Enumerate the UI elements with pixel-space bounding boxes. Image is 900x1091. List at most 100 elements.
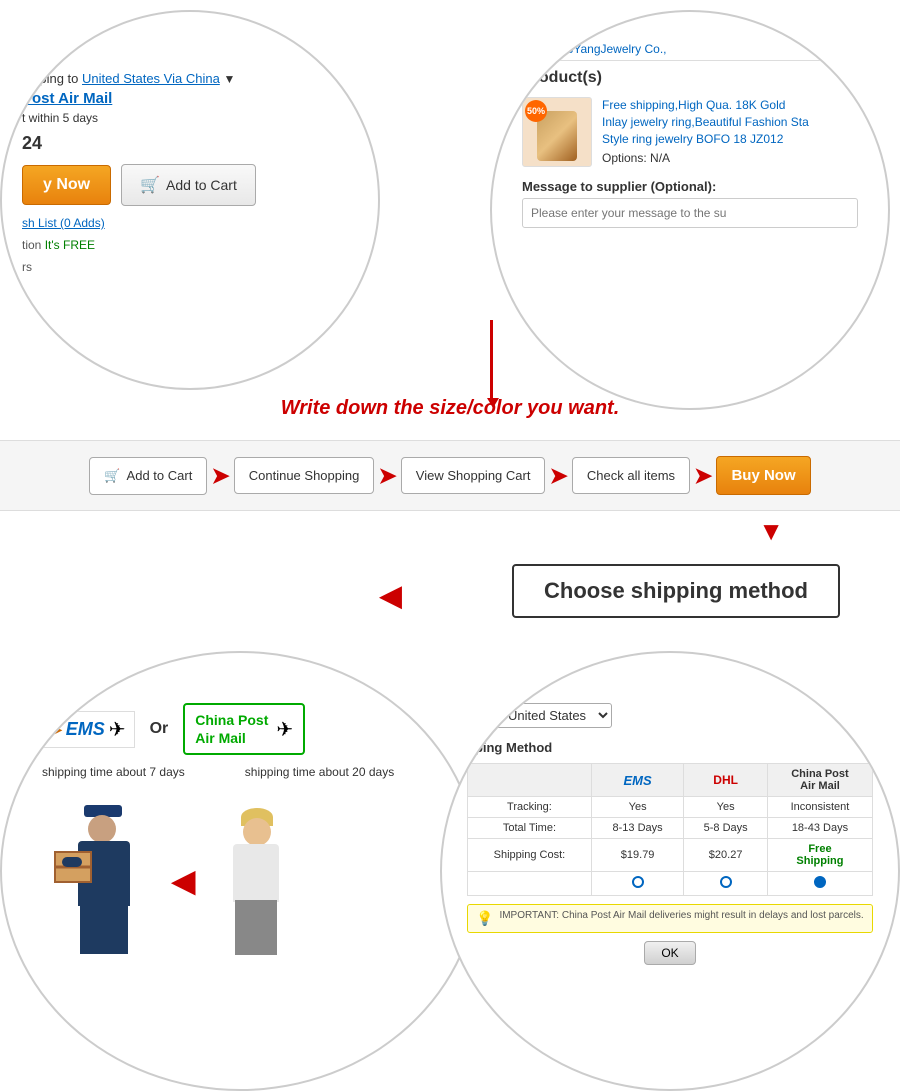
shipping-method-table-label: pping Method: [467, 740, 873, 755]
free-text: It's FREE: [45, 238, 95, 252]
product-thumbnail: 50%: [522, 97, 592, 167]
arrow-2: ➤: [378, 463, 396, 489]
col-header-china-post: China PostAir Mail: [767, 764, 872, 797]
shipping-method-label: Choose shipping method: [544, 578, 808, 603]
radio-ems-btn[interactable]: [632, 876, 644, 888]
post-air-mail-text: Post Air Mail: [22, 90, 358, 107]
or-label: Or: [150, 720, 169, 738]
package: [54, 851, 92, 883]
time-dhl: 5-8 Days: [684, 818, 768, 839]
arrow-3: ➤: [549, 463, 567, 489]
radio-china-btn[interactable]: [814, 876, 826, 888]
china-post-time-text: shipping time about 20 days: [245, 765, 394, 779]
left-circle: air hipping to United States Via China ▼…: [0, 10, 380, 390]
years-text: rs: [22, 260, 358, 274]
write-down-section: Write down the size/color you want.: [0, 397, 900, 420]
radio-ems[interactable]: [591, 872, 684, 896]
buy-now-button[interactable]: y Now: [22, 165, 111, 205]
shipping-link[interactable]: United States Via China: [82, 71, 220, 86]
right-circle: ner: ZhuoYangJewelry Co., Product(s) 50%…: [490, 10, 890, 410]
customer-person: [205, 804, 285, 959]
wish-list-link[interactable]: sh List (0 Adds): [22, 216, 358, 230]
delivery-person: [52, 799, 162, 959]
add-to-cart-button[interactable]: 🛒 Add to Cart: [121, 164, 256, 206]
cart-icon: 🛒: [140, 175, 160, 195]
radio-dhl[interactable]: [684, 872, 768, 896]
bulb-icon: 💡: [476, 910, 493, 927]
shipping-times: shipping time about 7 days shipping time…: [42, 765, 438, 779]
ok-button[interactable]: OK: [644, 941, 695, 965]
col-header-ems: EMS: [591, 764, 684, 797]
arrow-connector: [490, 320, 493, 400]
time-china: 18-43 Days: [767, 818, 872, 839]
us-flag-icon: [467, 709, 487, 723]
china-post-text: China PostAir Mail: [195, 711, 268, 747]
steps-section: 🛒 Add to Cart ➤ Continue Shopping ➤ View…: [0, 440, 900, 511]
add-to-cart-label: Add to Cart: [166, 177, 237, 193]
cost-china: FreeShipping: [767, 839, 872, 872]
vertical-arrow-section: ▼: [0, 511, 900, 551]
step-view-cart-button[interactable]: View Shopping Cart: [401, 457, 546, 494]
ems-header-logo: EMS: [624, 773, 652, 788]
bottom-section: ▶ EMS ✈ Or China PostAir Mail ✈ shipping…: [0, 631, 900, 1091]
protection-text: tion It's FREE: [22, 238, 358, 252]
legs: [80, 904, 128, 954]
arrow-4: ➤: [694, 463, 712, 489]
bottom-right-circle: United States pping Method EMS DHL China…: [440, 651, 900, 1091]
top-section: air hipping to United States Via China ▼…: [0, 0, 900, 440]
shipping-options-table: EMS DHL China PostAir Mail Tracking: Yes…: [467, 763, 873, 896]
bottom-left-circle: ▶ EMS ✈ Or China PostAir Mail ✈ shipping…: [0, 651, 480, 1091]
seller-text: ner: ZhuoYangJewelry Co.,: [522, 42, 858, 61]
table-row-time: Total Time: 8-13 Days 5-8 Days 18-43 Day…: [468, 818, 873, 839]
buy-now-step-label: Buy Now: [731, 467, 795, 484]
shipping-to-text: hipping to: [22, 71, 78, 86]
cost-dhl: $20.27: [684, 839, 768, 872]
col-header-empty: [468, 764, 592, 797]
products-label: Product(s): [522, 69, 858, 87]
seller-name: ZhuoYangJewelry Co.,: [546, 42, 667, 56]
radio-china[interactable]: [767, 872, 872, 896]
free-shipping-text: FreeShipping: [796, 843, 843, 867]
tracking-label: Tracking:: [468, 797, 592, 818]
china-post-box: China PostAir Mail ✈: [183, 703, 305, 755]
country-select-row: United States: [467, 703, 873, 728]
important-notice-text: IMPORTANT: China Post Air Mail deliverie…: [499, 910, 863, 921]
shipping-method-section: ◀ Choose shipping method: [0, 551, 900, 631]
within-days-text: t within 5 days: [22, 111, 358, 125]
table-row-radio: [468, 872, 873, 896]
write-down-text: Write down the size/color you want.: [0, 397, 900, 420]
delivery-arrow-icon: ◀: [172, 864, 195, 899]
important-notice: 💡 IMPORTANT: China Post Air Mail deliver…: [467, 904, 873, 933]
step-continue-shopping-button[interactable]: Continue Shopping: [234, 457, 375, 494]
table-row-cost: Shipping Cost: $19.79 $20.27 FreeShippin…: [468, 839, 873, 872]
radio-label-empty: [468, 872, 592, 896]
step-buy-now-button[interactable]: Buy Now: [716, 456, 810, 495]
plane-icon-ems: ✈: [109, 717, 126, 742]
table-row-tracking: Tracking: Yes Yes Inconsistent: [468, 797, 873, 818]
radio-dhl-btn[interactable]: [720, 876, 732, 888]
cost-ems: $19.79: [591, 839, 684, 872]
step-add-cart-label: Add to Cart: [127, 468, 193, 483]
choose-shipping-method-box: Choose shipping method: [512, 564, 840, 618]
tracking-china: Inconsistent: [767, 797, 872, 818]
step-add-cart-button[interactable]: 🛒 Add to Cart: [89, 457, 207, 495]
tracking-dhl: Yes: [684, 797, 768, 818]
country-dropdown[interactable]: United States: [495, 703, 612, 728]
customer-torso: [233, 844, 279, 902]
down-arrow-icon: ▼: [758, 518, 784, 544]
message-label: Message to supplier (Optional):: [522, 179, 858, 194]
customer-legs: [235, 900, 277, 955]
time-ems: 8-13 Days: [591, 818, 684, 839]
arrow-1: ➤: [211, 463, 229, 489]
left-arrow-icon: ◀: [380, 579, 402, 612]
step-check-items-button[interactable]: Check all items: [572, 457, 690, 494]
tracking-ems: Yes: [591, 797, 684, 818]
check-items-label: Check all items: [587, 468, 675, 483]
product-row: 50% Free shipping,High Qua. 18K Gold Inl…: [522, 97, 858, 167]
price-text: 24: [22, 133, 358, 154]
message-input[interactable]: [522, 198, 858, 228]
air-label: air: [22, 52, 358, 67]
ems-time-text: shipping time about 7 days: [42, 765, 185, 779]
continue-shopping-label: Continue Shopping: [249, 468, 360, 483]
plane-icon-china: ✈: [276, 717, 293, 742]
